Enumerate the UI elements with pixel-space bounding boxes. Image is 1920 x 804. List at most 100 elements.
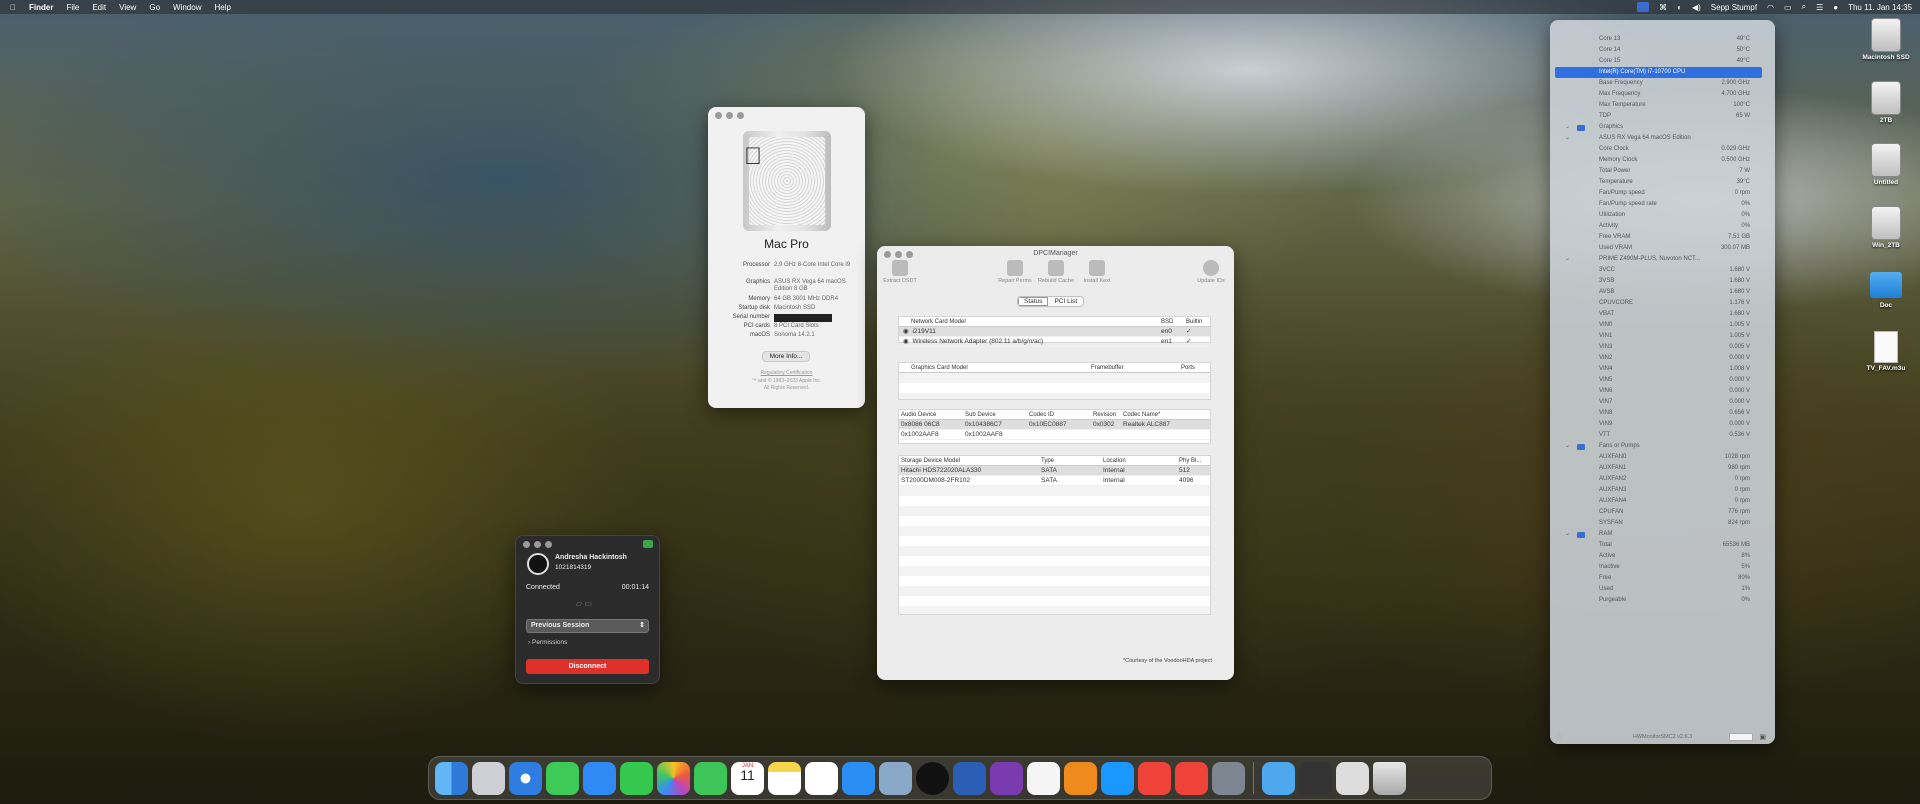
sensor-row[interactable]: Core 14 50°C — [1550, 45, 1775, 56]
menu-window[interactable]: Window — [173, 3, 201, 12]
sensor-row[interactable]: Activity 0% — [1550, 221, 1775, 232]
table-row[interactable]: ◉ Wireless Network Adapter (802.11 a/b/g… — [899, 337, 1210, 347]
dock-word-icon[interactable] — [953, 761, 986, 795]
dock-finder-icon[interactable] — [435, 761, 468, 795]
sensor-row[interactable]: Base Frequency 2.900 GHz — [1550, 78, 1775, 89]
sensor-row[interactable]: Max Temperature 100°C — [1550, 100, 1775, 111]
desktop-icon-doc[interactable]: Doc — [1860, 268, 1912, 309]
zoom-button[interactable] — [545, 541, 552, 548]
options-button[interactable] — [1729, 733, 1753, 741]
sensor-row[interactable]: Memory Clock 0.500 GHz — [1550, 155, 1775, 166]
menu-edit[interactable]: Edit — [92, 3, 106, 12]
extract-dsdt-button[interactable]: Extract DSDT — [877, 260, 923, 284]
connection-icon[interactable] — [643, 540, 653, 548]
regulatory-link[interactable]: Regulatory Certification — [708, 370, 865, 376]
chevron-down-icon[interactable]: ⌄ — [1565, 122, 1570, 133]
sensor-row[interactable]: Fan/Pump speed 0 rpm — [1550, 188, 1775, 199]
menu-help[interactable]: Help — [214, 3, 230, 12]
sensor-row[interactable]: VTT 0.536 V — [1550, 430, 1775, 441]
siri-icon[interactable]: ● — [1833, 3, 1838, 12]
chevron-down-icon[interactable]: ⌄ — [1565, 529, 1570, 540]
sensor-row[interactable]: VIN3 0.005 V — [1550, 342, 1775, 353]
hwmonitor-status-icon[interactable] — [1637, 2, 1650, 12]
sensor-row[interactable]: Free 80% — [1550, 573, 1775, 584]
dock-anydesk-client-icon[interactable] — [1175, 761, 1208, 795]
sensor-row[interactable]: AUXFAN4 0 rpm — [1550, 496, 1775, 507]
sensor-row[interactable]: AUXFAN1 980 rpm — [1550, 463, 1775, 474]
screen-icon[interactable]: ▭ — [1784, 3, 1792, 12]
sensor-row[interactable]: 3VSB 1.680 V — [1550, 276, 1775, 287]
dock-spotify-icon[interactable] — [916, 761, 949, 795]
control-center-icon[interactable]: ☰ — [1816, 3, 1823, 12]
minimize-button[interactable] — [534, 541, 541, 548]
chevron-down-icon[interactable]: ⌄ — [1565, 254, 1570, 265]
sensor-row[interactable]: VIN5 0.000 V — [1550, 375, 1775, 386]
sensor-row[interactable]: Fan/Pump speed rate 0% — [1550, 199, 1775, 210]
dock-freeform-icon[interactable] — [805, 761, 838, 795]
sensor-group[interactable]: ⌄ Graphics — [1550, 122, 1775, 133]
sensor-row[interactable]: VIN0 1.005 V — [1550, 320, 1775, 331]
sensor-row[interactable]: CPUVCORE 1.176 V — [1550, 298, 1775, 309]
file-transfer-icon[interactable]: ▱ ▭ — [576, 599, 592, 608]
sensor-row[interactable]: Inactive 5% — [1550, 562, 1775, 573]
menu-file[interactable]: File — [66, 3, 79, 12]
dock-launchpad-icon[interactable] — [472, 761, 505, 795]
sensor-row[interactable]: VIN4 1.008 V — [1550, 364, 1775, 375]
permissions-toggle[interactable]: › Permissions — [528, 639, 567, 646]
sensor-row[interactable]: Used 1% — [1550, 584, 1775, 595]
dock-photos-icon[interactable] — [657, 761, 690, 795]
sensor-row[interactable]: Temperature 39°C — [1550, 177, 1775, 188]
dock-anydesk-icon[interactable] — [1138, 761, 1171, 795]
dock-system-information-icon[interactable] — [1212, 761, 1245, 795]
sensor-row[interactable]: Active 8% — [1550, 551, 1775, 562]
chevron-down-icon[interactable]: ⌄ — [1565, 441, 1570, 452]
table-row[interactable]: ST2000DM008-2FR102 SATA Internal 4096 — [899, 476, 1210, 486]
wifi-status-icon[interactable]: ◐ — [1677, 3, 1682, 12]
dock-prime-video-icon[interactable] — [1101, 761, 1134, 795]
dock-whatsapp-icon[interactable] — [620, 761, 653, 795]
dock-terminal-icon[interactable] — [1299, 761, 1332, 795]
zoom-button[interactable] — [737, 112, 744, 119]
sensor-row[interactable]: AUXFAN2 0 rpm — [1550, 474, 1775, 485]
dock-calendar-icon[interactable]: JAN 11 — [731, 761, 764, 795]
sensor-row[interactable]: AUXFAN0 1028 rpm — [1550, 452, 1775, 463]
desktop-icon-untitled[interactable]: Untitled — [1860, 143, 1912, 186]
dock-facetime-icon[interactable] — [694, 761, 727, 795]
sensor-row[interactable]: Utilization 0% — [1550, 210, 1775, 221]
menu-view[interactable]: View — [119, 3, 136, 12]
close-button[interactable] — [715, 112, 722, 119]
minimize-button[interactable] — [726, 112, 733, 119]
table-row[interactable]: ◉ i219V11 en0 ✓ — [899, 327, 1210, 337]
sensor-row[interactable]: Purgeable 0% — [1550, 595, 1775, 606]
lock-icon[interactable]: ▣ — [1759, 733, 1766, 741]
dock-messages-icon[interactable] — [546, 761, 579, 795]
chevron-down-icon[interactable]: ⌄ — [1570, 67, 1575, 78]
sensor-row[interactable]: Core Clock 0.029 GHz — [1550, 144, 1775, 155]
table-row[interactable]: Hitachi HDS722020ALA330 SATA Internal 512 — [899, 466, 1210, 476]
sensor-row[interactable]: Used VRAM 300.07 MB — [1550, 243, 1775, 254]
session-select[interactable]: Previous Session ⇕ — [526, 619, 649, 633]
dock-downloads-icon[interactable] — [1262, 761, 1295, 795]
desktop-icon-tv-fav[interactable]: TV_FAV.m3u — [1860, 331, 1912, 372]
sensor-row[interactable]: SYSFAN 824 rpm — [1550, 518, 1775, 529]
wifi-icon[interactable]: ◠ — [1767, 3, 1774, 12]
dock-app-store-icon[interactable] — [842, 761, 875, 795]
dock-notes-icon[interactable] — [768, 761, 801, 795]
sensor-row[interactable]: Total Power 7 W — [1550, 166, 1775, 177]
sensor-group[interactable]: ⌄ RAM — [1550, 529, 1775, 540]
sensor-row[interactable]: 3VCC 1.680 V — [1550, 265, 1775, 276]
dock-vlc-icon[interactable] — [1064, 761, 1097, 795]
dock-documents-icon[interactable] — [1336, 761, 1369, 795]
sensor-row[interactable]: AVSB 1.680 V — [1550, 287, 1775, 298]
sensor-row[interactable]: VIN7 0.000 V — [1550, 397, 1775, 408]
sensor-row[interactable]: AUXFAN3 0 rpm — [1550, 485, 1775, 496]
sensor-row[interactable]: TDP 65 W — [1550, 111, 1775, 122]
sensor-row[interactable]: VIN9 0.000 V — [1550, 419, 1775, 430]
dock-trash-icon[interactable] — [1373, 761, 1406, 795]
sensor-row[interactable]: Core 15 49°C — [1550, 56, 1775, 67]
sensor-row[interactable]: Free VRAM 7.51 GB — [1550, 232, 1775, 243]
sensor-group-selected[interactable]: ⌄ Intel(R) Core(TM) i7-10700 CPU — [1555, 67, 1762, 78]
desktop-icon-macintosh-ssd[interactable]: Macintosh SSD — [1860, 18, 1912, 61]
table-row[interactable]: 0x1002AAF8 0x1002AAF8 — [899, 430, 1210, 440]
volume-icon[interactable]: ◀) — [1692, 3, 1701, 12]
